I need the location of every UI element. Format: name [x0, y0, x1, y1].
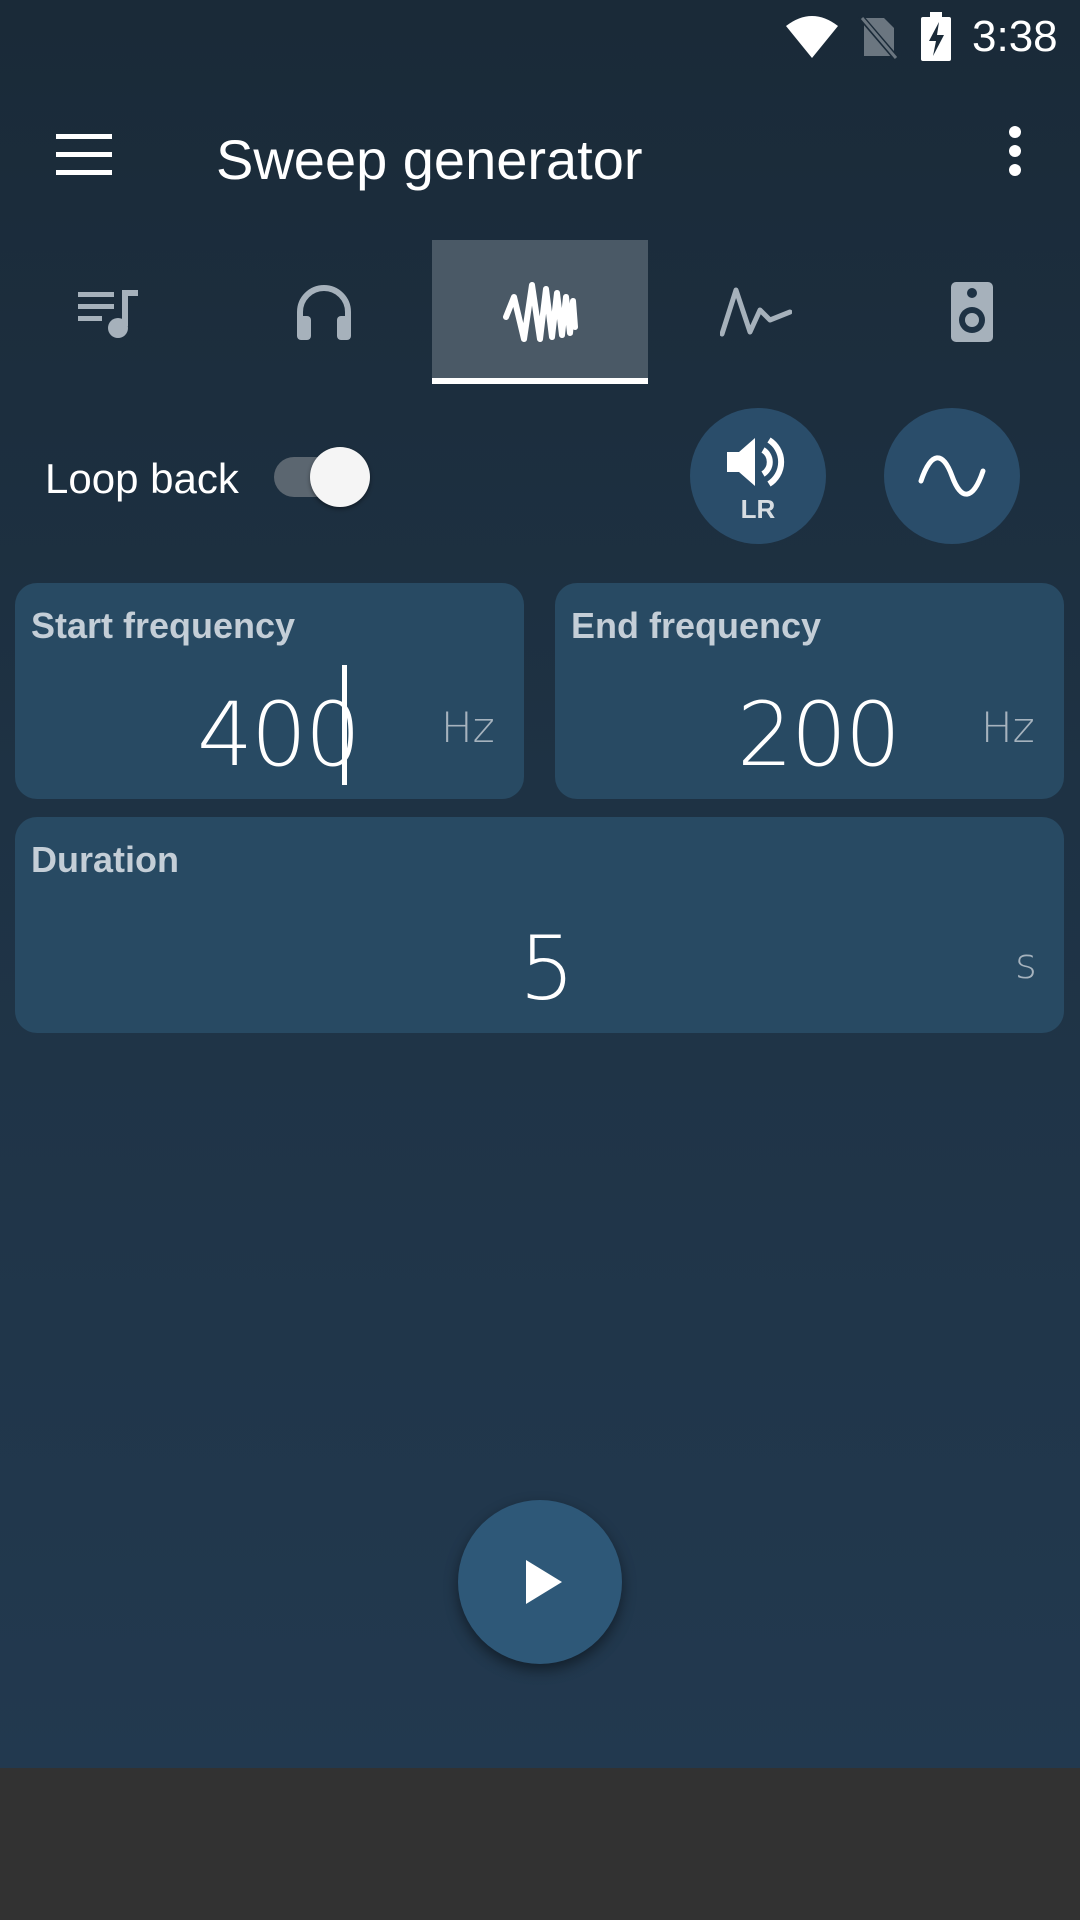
speaker-icon [951, 282, 993, 342]
app-screen: 3:38 Sweep generator Loop back LR Start … [0, 0, 1080, 1768]
text-cursor [342, 665, 347, 785]
pulse-wave-icon [720, 287, 792, 337]
start-frequency-input[interactable]: 400 [197, 683, 361, 786]
end-frequency-input[interactable]: 200 [737, 683, 901, 786]
sweep-wave-icon [503, 282, 578, 342]
waveform-button[interactable] [884, 408, 1020, 544]
start-frequency-card[interactable]: Start frequency 400 Hz [15, 583, 524, 799]
tab-headphones[interactable] [216, 240, 432, 384]
loop-back-label: Loop back [45, 455, 239, 502]
more-options-button[interactable] [990, 120, 1040, 190]
menu-button[interactable] [40, 115, 128, 195]
duration-unit: s [1015, 939, 1037, 988]
play-button[interactable] [458, 1500, 622, 1664]
hamburger-menu-icon [56, 134, 112, 175]
duration-card[interactable]: Duration 5 s [15, 817, 1064, 1033]
more-vert-icon [1009, 126, 1021, 176]
tab-pulse[interactable] [648, 240, 864, 384]
battery-charging-icon [920, 12, 952, 67]
duration-input[interactable]: 5 [519, 917, 575, 1020]
playlist-music-icon [78, 290, 138, 338]
duration-label: Duration [31, 839, 179, 880]
wifi-icon [784, 14, 840, 65]
tab-speaker[interactable] [864, 240, 1080, 384]
end-frequency-card[interactable]: End frequency 200 Hz [555, 583, 1064, 799]
page-title: Sweep generator [216, 128, 643, 191]
headphones-icon [297, 285, 351, 340]
start-frequency-label: Start frequency [31, 605, 296, 646]
play-icon [526, 1560, 562, 1604]
no-sim-icon [857, 14, 899, 65]
switch-knob [310, 447, 370, 507]
sine-wave-icon [918, 455, 986, 497]
status-time: 3:38 [972, 12, 1058, 61]
system-nav-bar [0, 1768, 1080, 1920]
channel-label: LR [740, 494, 776, 524]
start-frequency-unit: Hz [441, 703, 495, 752]
volume-icon [727, 437, 785, 487]
toolbar: Sweep generator [0, 75, 1080, 240]
tab-bar [0, 240, 1080, 384]
tab-playlist[interactable] [0, 240, 216, 384]
channel-lr-button[interactable]: LR [690, 408, 826, 544]
tab-sweep[interactable] [432, 240, 648, 384]
end-frequency-unit: Hz [981, 703, 1035, 752]
loop-back-switch[interactable] [272, 447, 372, 507]
end-frequency-label: End frequency [571, 605, 822, 646]
status-bar: 3:38 [0, 0, 1080, 75]
